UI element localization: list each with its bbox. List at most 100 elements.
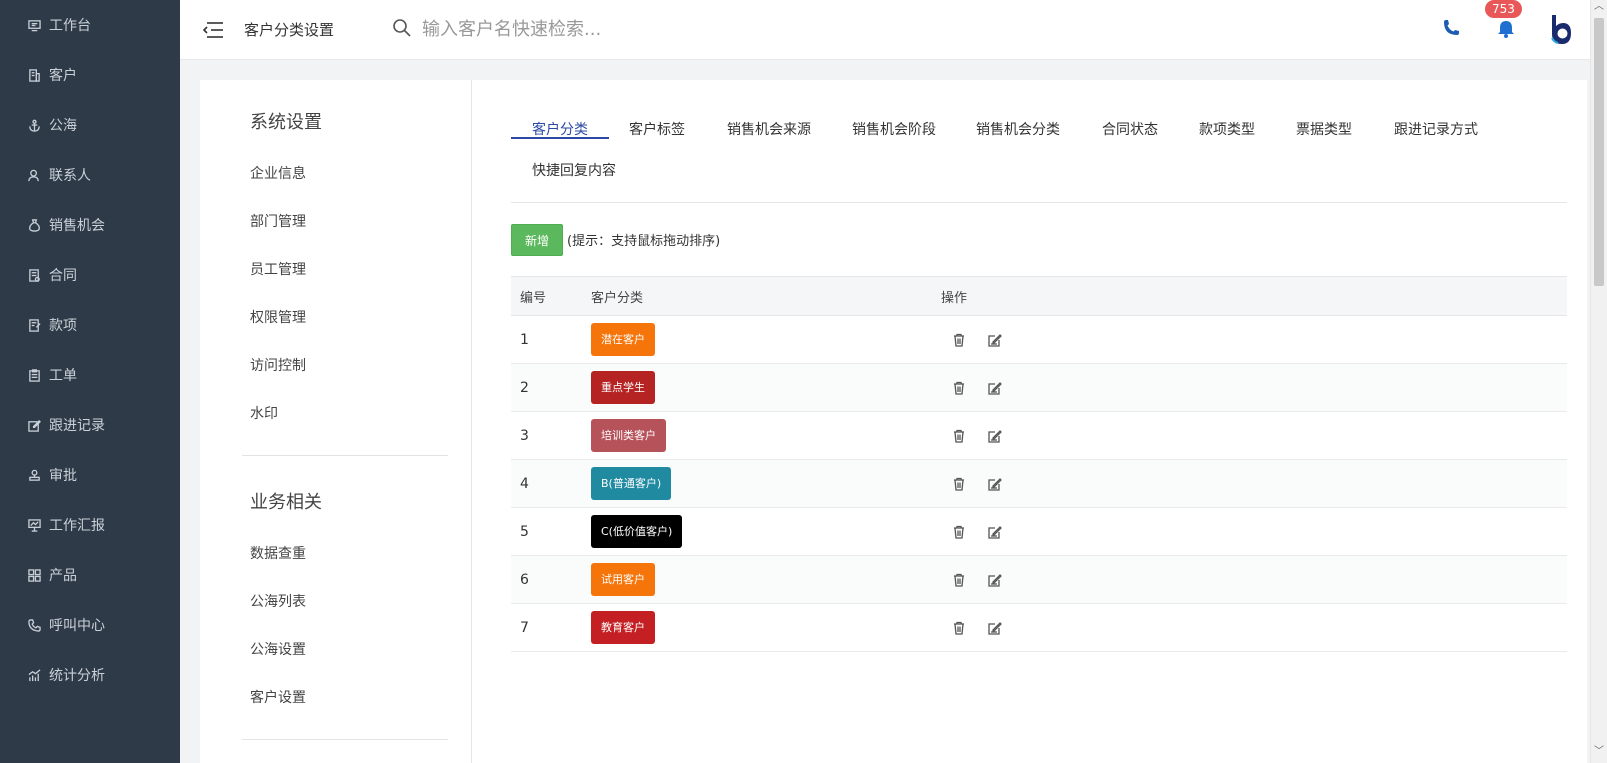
edit-icon[interactable] xyxy=(987,380,1003,396)
tab-opportunity-source[interactable]: 销售机会来源 xyxy=(706,97,832,139)
notification-badge: 753 xyxy=(1485,0,1522,18)
table-row[interactable]: 7 教育客户 xyxy=(511,604,1567,652)
sidebar-item-label: 产品 xyxy=(49,568,77,584)
menu-link-company-info[interactable]: 企业信息 xyxy=(250,163,306,183)
scroll-up-icon[interactable]: ︿ xyxy=(1594,2,1604,12)
menu-link-employees[interactable]: 员工管理 xyxy=(250,259,306,279)
edit-icon[interactable] xyxy=(987,428,1003,444)
edit-icon[interactable] xyxy=(987,572,1003,588)
sidebar-item-label: 工作台 xyxy=(49,18,91,34)
add-button[interactable]: 新增 xyxy=(511,224,563,256)
payment-icon xyxy=(28,318,41,332)
sidebar-item-customers[interactable]: 客户 xyxy=(0,50,180,100)
presentation-icon xyxy=(28,518,41,532)
menu-link-pool-settings[interactable]: 公海设置 xyxy=(250,639,306,659)
sidebar-item-label: 呼叫中心 xyxy=(49,618,105,634)
search-bar xyxy=(392,18,723,42)
table-row[interactable]: 1 潜在客户 xyxy=(511,316,1567,364)
sidebar-item-follow-ups[interactable]: 跟进记录 xyxy=(0,400,180,450)
phone-icon[interactable] xyxy=(1442,19,1460,41)
row-id: 3 xyxy=(520,427,529,444)
table-row[interactable]: 5 C(低价值客户) xyxy=(511,508,1567,556)
sidebar-item-opportunities[interactable]: 销售机会 xyxy=(0,200,180,250)
grid-icon xyxy=(28,568,41,582)
category-tag: C(低价值客户) xyxy=(591,515,683,548)
sidebar-item-label: 工单 xyxy=(49,368,77,384)
sidebar-item-label: 销售机会 xyxy=(49,218,105,234)
sidebar-item-contacts[interactable]: 联系人 xyxy=(0,150,180,200)
table-row[interactable]: 4 B(普通客户) xyxy=(511,460,1567,508)
tab-customer-tags[interactable]: 客户标签 xyxy=(608,97,706,139)
sidebar-item-call-center[interactable]: 呼叫中心 xyxy=(0,600,180,650)
scroll-down-icon[interactable]: ﹀ xyxy=(1594,747,1604,757)
section-title-business: 业务相关 xyxy=(250,492,322,513)
sidebar-item-work-orders[interactable]: 工单 xyxy=(0,350,180,400)
scroll-thumb[interactable] xyxy=(1594,18,1604,286)
category-tag: 重点学生 xyxy=(591,371,655,404)
bell-icon xyxy=(1496,20,1516,43)
delete-icon[interactable] xyxy=(951,476,967,492)
sidebar-item-label: 工作汇报 xyxy=(49,518,105,534)
tab-payment-type[interactable]: 款项类型 xyxy=(1178,97,1276,139)
page-scrollbar[interactable]: ︿ ﹀ xyxy=(1590,0,1607,763)
tab-customer-category[interactable]: 客户分类 xyxy=(511,97,609,139)
sidebar-item-label: 客户 xyxy=(49,68,77,84)
tab-contract-status[interactable]: 合同状态 xyxy=(1081,97,1179,139)
edit-icon xyxy=(28,419,41,432)
sidebar-item-contracts[interactable]: 合同 xyxy=(0,250,180,300)
sidebar-item-label: 统计分析 xyxy=(49,668,105,684)
delete-icon[interactable] xyxy=(951,380,967,396)
tab-quick-reply[interactable]: 快捷回复内容 xyxy=(511,138,637,180)
search-input[interactable] xyxy=(422,19,723,40)
page-title: 客户分类设置 xyxy=(244,21,335,39)
building-icon xyxy=(28,68,41,82)
settings-menu: 系统设置 企业信息 部门管理 员工管理 权限管理 访问控制 水印 业务相关 数据… xyxy=(200,80,472,763)
edit-icon[interactable] xyxy=(987,524,1003,540)
table-row[interactable]: 2 重点学生 xyxy=(511,364,1567,412)
drag-hint: (提示：支持鼠标拖动排序) xyxy=(567,234,721,249)
menu-link-customer-settings[interactable]: 客户设置 xyxy=(250,687,306,707)
sidebar-item-payments[interactable]: 款项 xyxy=(0,300,180,350)
tab-opportunity-category[interactable]: 销售机会分类 xyxy=(955,97,1081,139)
sidebar-item-label: 合同 xyxy=(49,268,77,284)
section-title-system: 系统设置 xyxy=(250,112,322,133)
sidebar-item-approvals[interactable]: 审批 xyxy=(0,450,180,500)
row-id: 4 xyxy=(520,475,529,492)
menu-link-departments[interactable]: 部门管理 xyxy=(250,211,306,231)
tab-opportunity-stage[interactable]: 销售机会阶段 xyxy=(831,97,957,139)
menu-link-access-control[interactable]: 访问控制 xyxy=(250,355,306,375)
delete-icon[interactable] xyxy=(951,572,967,588)
edit-icon[interactable] xyxy=(987,620,1003,636)
category-tag: 潜在客户 xyxy=(591,323,655,356)
menu-link-permissions[interactable]: 权限管理 xyxy=(250,307,306,327)
edit-icon[interactable] xyxy=(987,476,1003,492)
top-bar: 客户分类设置 753 xyxy=(180,0,1590,60)
search-icon[interactable] xyxy=(392,18,412,42)
tab-invoice-type[interactable]: 票据类型 xyxy=(1275,97,1373,139)
divider xyxy=(242,739,448,740)
tab-followup-method[interactable]: 跟进记录方式 xyxy=(1373,97,1499,139)
delete-icon[interactable] xyxy=(951,524,967,540)
sidebar-item-label: 公海 xyxy=(49,118,77,134)
delete-icon[interactable] xyxy=(951,620,967,636)
row-id: 2 xyxy=(520,379,529,396)
table-row[interactable]: 3 培训类客户 xyxy=(511,412,1567,460)
category-tag: 培训类客户 xyxy=(591,419,666,452)
sidebar-item-analytics[interactable]: 统计分析 xyxy=(0,650,180,700)
category-tag: B(普通客户) xyxy=(591,467,672,500)
menu-link-dedupe[interactable]: 数据查重 xyxy=(250,543,306,563)
sidebar-item-work-reports[interactable]: 工作汇报 xyxy=(0,500,180,550)
menu-link-watermark[interactable]: 水印 xyxy=(250,403,278,423)
delete-icon[interactable] xyxy=(951,428,967,444)
sidebar-item-public-pool[interactable]: 公海 xyxy=(0,100,180,150)
table-row[interactable]: 6 试用客户 xyxy=(511,556,1567,604)
sidebar-item-workbench[interactable]: 工作台 xyxy=(0,0,180,50)
notification-bell[interactable]: 753 xyxy=(1485,0,1522,43)
menu-link-pool-list[interactable]: 公海列表 xyxy=(250,591,306,611)
sidebar-item-products[interactable]: 产品 xyxy=(0,550,180,600)
edit-icon[interactable] xyxy=(987,332,1003,348)
row-id: 5 xyxy=(520,523,529,540)
delete-icon[interactable] xyxy=(951,332,967,348)
menu-toggle-icon[interactable] xyxy=(202,21,224,39)
brand-logo-icon[interactable] xyxy=(1548,14,1574,46)
